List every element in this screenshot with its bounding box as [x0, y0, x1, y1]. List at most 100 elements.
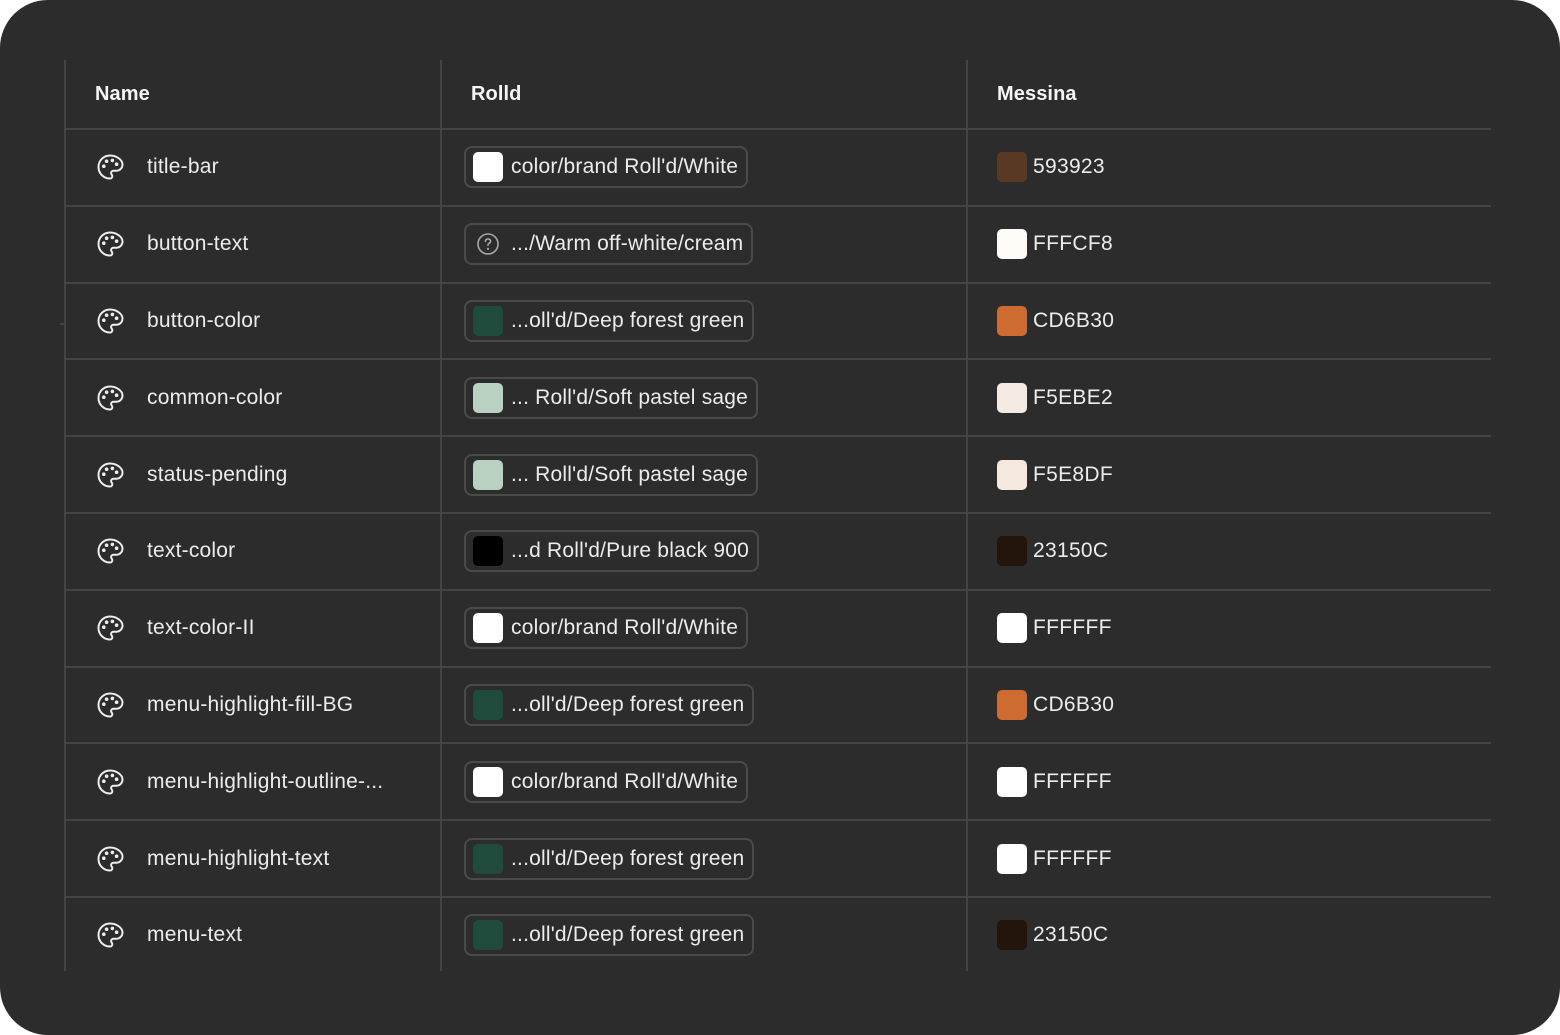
- color-swatch: [473, 152, 503, 183]
- table-row[interactable]: menu-text ...oll'd/Deep forest green 23150…: [64, 898, 1491, 973]
- hex-value: FFFCF8: [1033, 232, 1113, 256]
- color-alias-label: ... Roll'd/Soft pastel sage: [511, 385, 749, 409]
- app-window: Name Rolld Messina title-bar color/brand …: [0, 0, 1560, 1035]
- rolld-value-cell: ...oll'd/Deep forest green: [441, 821, 966, 896]
- color-swatch: [473, 920, 503, 951]
- rolld-value-cell: ...oll'd/Deep forest green: [441, 898, 966, 973]
- palette-icon: [95, 844, 125, 874]
- variable-name: button-text: [147, 232, 249, 256]
- color-alias-chip[interactable]: color/brand Roll'd/White: [464, 607, 749, 650]
- rolld-value-cell: color/brand Roll'd/White: [441, 591, 966, 666]
- table-row[interactable]: text-color ...d Roll'd/Pure black 900 2315…: [64, 514, 1491, 589]
- table-row[interactable]: common-color ... Roll'd/Soft pastel sage F…: [64, 360, 1491, 435]
- messina-value-cell[interactable]: F5E8DF: [967, 437, 1491, 512]
- variable-name-cell[interactable]: menu-highlight-fill-BG: [64, 668, 440, 743]
- variable-name: menu-highlight-text: [147, 846, 330, 870]
- table-row[interactable]: status-pending ... Roll'd/Soft pastel sag…: [64, 437, 1491, 512]
- messina-value-cell[interactable]: F5EBE2: [967, 360, 1491, 435]
- variable-name-cell[interactable]: text-color-II: [64, 591, 440, 666]
- table-row[interactable]: button-text .../Warm off-white/cream FFFCF…: [64, 207, 1491, 282]
- messina-value-cell[interactable]: FFFFFF: [967, 821, 1491, 896]
- color-alias-label: ...oll'd/Deep forest green: [511, 692, 745, 716]
- palette-icon: [95, 306, 125, 336]
- color-swatch: [997, 382, 1027, 413]
- variable-name-cell[interactable]: menu-text: [64, 898, 440, 973]
- variable-name-cell[interactable]: button-color: [64, 284, 440, 359]
- hex-value: CD6B30: [1033, 308, 1115, 332]
- hex-value: F5E8DF: [1033, 462, 1113, 486]
- table-header: Name Rolld Messina: [64, 60, 1491, 128]
- messina-value-cell[interactable]: 23150C: [967, 898, 1491, 973]
- color-alias-chip[interactable]: ...oll'd/Deep forest green: [464, 914, 755, 957]
- messina-value-cell[interactable]: 23150C: [967, 514, 1491, 589]
- color-swatch: [997, 229, 1027, 260]
- variable-name-cell[interactable]: menu-highlight-text: [64, 821, 440, 896]
- variables-table: Name Rolld Messina title-bar color/brand …: [64, 60, 1491, 971]
- hex-value: CD6B30: [1033, 692, 1115, 716]
- column-header-messina[interactable]: Messina: [967, 60, 1491, 128]
- palette-icon: [95, 767, 125, 797]
- color-alias-label: ...oll'd/Deep forest green: [511, 923, 745, 947]
- messina-value-cell[interactable]: FFFFFF: [967, 591, 1491, 666]
- rolld-value-cell: .../Warm off-white/cream: [441, 207, 966, 282]
- variable-name: text-color-II: [147, 616, 255, 640]
- variable-name-cell[interactable]: title-bar: [64, 130, 440, 205]
- color-alias-chip[interactable]: ...oll'd/Deep forest green: [464, 683, 755, 726]
- palette-icon: [95, 460, 125, 490]
- table-row[interactable]: menu-highlight-fill-BG ...oll'd/Deep fore…: [64, 668, 1491, 743]
- rolld-value-cell: color/brand Roll'd/White: [441, 744, 966, 819]
- palette-icon: [95, 690, 125, 720]
- rolld-value-cell: color/brand Roll'd/White: [441, 130, 966, 205]
- color-alias-chip[interactable]: ...oll'd/Deep forest green: [464, 837, 755, 880]
- color-swatch: [473, 613, 503, 644]
- messina-value-cell[interactable]: FFFCF8: [967, 207, 1491, 282]
- color-alias-chip[interactable]: ... Roll'd/Soft pastel sage: [464, 376, 759, 419]
- palette-icon: [95, 383, 125, 413]
- color-alias-chip[interactable]: color/brand Roll'd/White: [464, 760, 749, 803]
- variable-name-cell[interactable]: menu-highlight-outline-...: [64, 744, 440, 819]
- variable-name: title-bar: [147, 155, 219, 179]
- color-alias-chip[interactable]: ... Roll'd/Soft pastel sage: [464, 453, 759, 496]
- hex-value: FFFFFF: [1033, 616, 1112, 640]
- rolld-value-cell: ...d Roll'd/Pure black 900: [441, 514, 966, 589]
- color-swatch: [473, 459, 503, 490]
- messina-value-cell[interactable]: CD6B30: [967, 284, 1491, 359]
- table-row[interactable]: menu-highlight-outline-... color/brand Ro…: [64, 744, 1491, 819]
- color-alias-label: color/brand Roll'd/White: [511, 769, 739, 793]
- column-header-name[interactable]: Name: [64, 60, 440, 128]
- color-swatch: [997, 689, 1027, 720]
- variable-name: menu-text: [147, 923, 243, 947]
- color-swatch: [997, 843, 1027, 874]
- variable-name: menu-highlight-outline-...: [147, 769, 384, 793]
- messina-value-cell[interactable]: FFFFFF: [967, 744, 1491, 819]
- color-alias-chip[interactable]: ...d Roll'd/Pure black 900: [464, 530, 760, 573]
- rolld-value-cell: ... Roll'd/Soft pastel sage: [441, 360, 966, 435]
- messina-value-cell[interactable]: 593923: [967, 130, 1491, 205]
- table-row[interactable]: text-color-II color/brand Roll'd/White FFF…: [64, 591, 1491, 666]
- variable-name-cell[interactable]: common-color: [64, 360, 440, 435]
- variable-name-cell[interactable]: status-pending: [64, 437, 440, 512]
- table-row[interactable]: menu-highlight-text ...oll'd/Deep forest …: [64, 821, 1491, 896]
- color-alias-label: color/brand Roll'd/White: [511, 616, 739, 640]
- table-row[interactable]: title-bar color/brand Roll'd/White 593923: [64, 130, 1491, 205]
- color-alias-chip[interactable]: ...oll'd/Deep forest green: [464, 299, 755, 342]
- hex-value: FFFFFF: [1033, 769, 1112, 793]
- column-header-rolld[interactable]: Rolld: [441, 60, 966, 128]
- variable-name-cell[interactable]: button-text: [64, 207, 440, 282]
- color-swatch: [997, 536, 1027, 567]
- rolld-value-cell: ...oll'd/Deep forest green: [441, 668, 966, 743]
- palette-icon: [95, 152, 125, 182]
- variable-name: common-color: [147, 385, 283, 409]
- color-swatch: [473, 382, 503, 413]
- color-swatch: [473, 766, 503, 797]
- color-swatch: [997, 459, 1027, 490]
- messina-value-cell[interactable]: CD6B30: [967, 668, 1491, 743]
- color-alias-label: .../Warm off-white/cream: [511, 232, 744, 256]
- variable-name-cell[interactable]: text-color: [64, 514, 440, 589]
- variable-name: menu-highlight-fill-BG: [147, 692, 354, 716]
- hex-value: 23150C: [1033, 923, 1109, 947]
- table-row[interactable]: button-color ...oll'd/Deep forest green CD…: [64, 284, 1491, 359]
- color-alias-chip[interactable]: color/brand Roll'd/White: [464, 146, 749, 189]
- color-swatch: [473, 536, 503, 567]
- color-alias-chip[interactable]: .../Warm off-white/cream: [464, 223, 754, 266]
